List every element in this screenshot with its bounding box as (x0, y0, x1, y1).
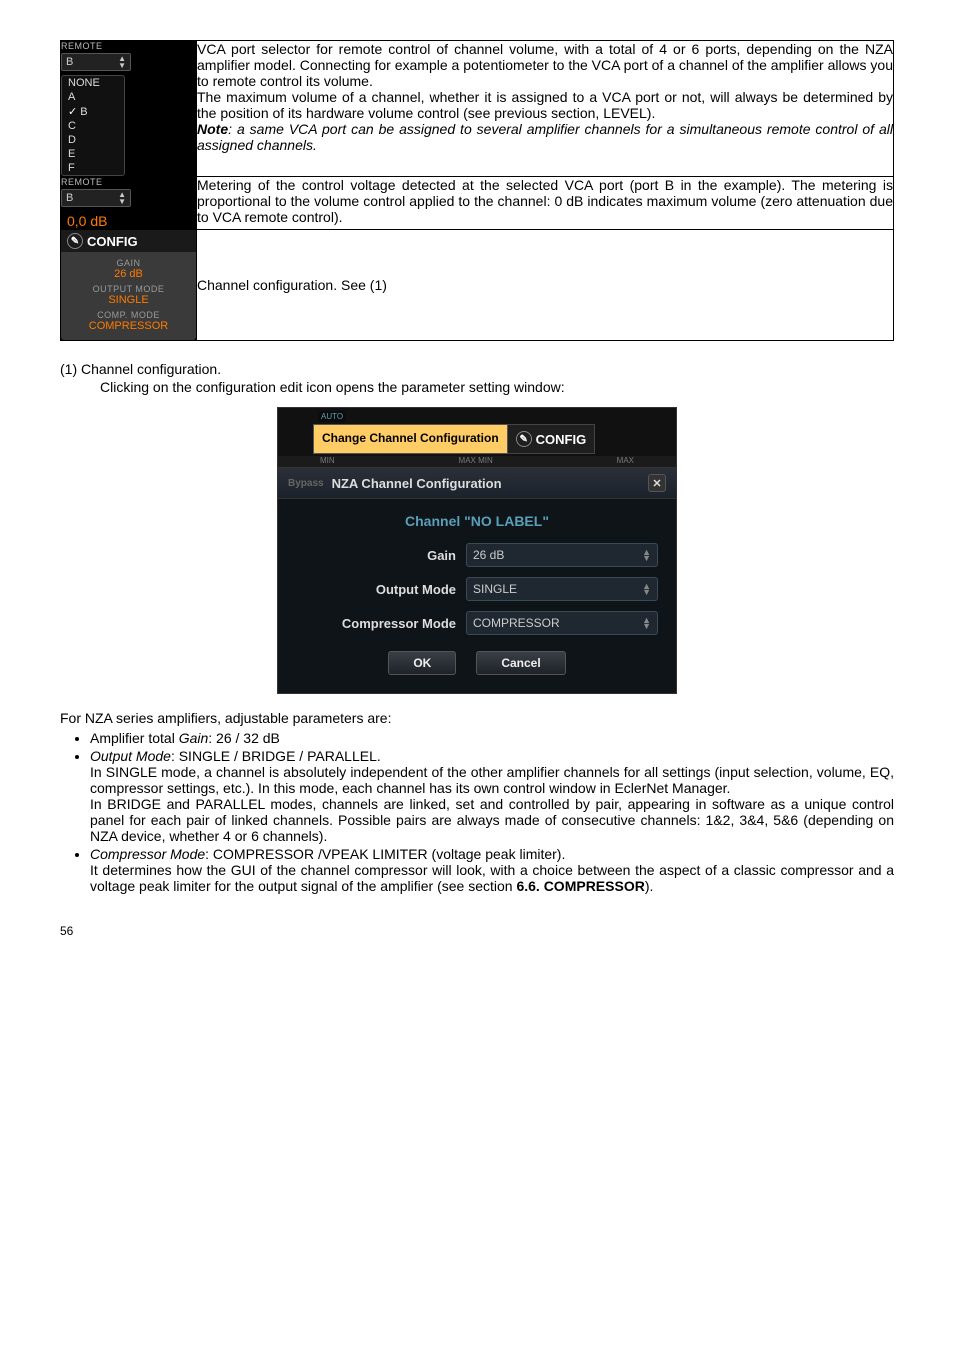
b3-post: : COMPRESSOR /VPEAK LIMITER (voltage pea… (205, 846, 565, 862)
b2-it: Output Mode (90, 748, 171, 764)
select-arrows-icon: ▲▼ (642, 583, 651, 595)
config-table: REMOTE B ▲▼ NONE A B C D E F VCA port se… (60, 40, 894, 341)
param-list: Amplifier total Gain: 26 / 32 dB Output … (90, 730, 894, 894)
gain-select-value: 26 dB (473, 548, 504, 562)
dropdown-arrows-icon: ▲▼ (118, 55, 126, 69)
list-item: Compressor Mode: COMPRESSOR /VPEAK LIMIT… (90, 846, 894, 894)
cancel-button[interactable]: Cancel (476, 651, 565, 675)
gain-value: 26 dB (67, 268, 190, 280)
scale-maxmin: MAX MIN (459, 456, 493, 465)
dropdown-arrows-icon: ▲▼ (118, 191, 126, 205)
menu-item-a[interactable]: A (62, 90, 124, 104)
comp-mode-select-value: COMPRESSOR (473, 616, 560, 630)
config-panel: ✎ CONFIG GAIN 26 dB OUTPUT MODE SINGLE C… (61, 230, 196, 340)
b2-p1: In SINGLE mode, a channel is absolutely … (90, 764, 894, 796)
row3-desc: Channel configuration. See (1) (197, 230, 894, 341)
row1-note-label: Note (197, 121, 228, 137)
menu-item-c[interactable]: C (62, 119, 124, 133)
remote-label-2: REMOTE (61, 177, 196, 187)
b1-post: : 26 / 32 dB (208, 730, 280, 746)
config-side-icon[interactable]: ✎ (516, 431, 532, 447)
gain-select[interactable]: 26 dB ▲▼ (466, 543, 658, 567)
select-arrows-icon: ▲▼ (642, 617, 651, 629)
b1-pre: Amplifier total (90, 730, 179, 746)
menu-item-d[interactable]: D (62, 133, 124, 147)
row1-desc-p2: The maximum volume of a channel, whether… (197, 89, 893, 121)
ok-button[interactable]: OK (388, 651, 456, 675)
b1-it: Gain (179, 730, 209, 746)
tooltip: Change Channel Configuration (313, 424, 508, 454)
row1-desc: VCA port selector for remote control of … (197, 41, 894, 177)
remote-dropdown-value-2: B (66, 192, 73, 204)
config-icon[interactable]: ✎ (67, 233, 83, 249)
select-arrows-icon: ▲▼ (642, 549, 651, 561)
comp-mode-label: COMP. MODE (67, 310, 190, 320)
close-icon[interactable]: ✕ (648, 474, 666, 492)
dialog-wrap: AUTO Change Channel Configuration ✎ CONF… (60, 407, 894, 694)
menu-item-b[interactable]: B (62, 104, 124, 119)
remote-dropdown-2[interactable]: B ▲▼ (61, 189, 131, 207)
config-title: CONFIG (87, 234, 138, 249)
b3-p1-post: ). (645, 878, 654, 894)
b3-p1-pre: It determines how the GUI of the channel… (90, 862, 894, 894)
scale-row: MIN MAX MIN MAX (278, 456, 676, 467)
comp-mode-value: COMPRESSOR (67, 320, 190, 332)
comp-mode-form-label: Compressor Mode (296, 616, 456, 631)
section-heading: (1) Channel configuration. (60, 361, 894, 377)
row2-desc: Metering of the control voltage detected… (197, 177, 894, 230)
config-side-label: CONFIG (536, 432, 587, 447)
row1-left: REMOTE B ▲▼ NONE A B C D E F (61, 41, 197, 177)
auto-tag: AUTO (318, 411, 346, 422)
b2-p2: In BRIDGE and PARALLEL modes, channels a… (90, 796, 894, 844)
scale-max: MAX (617, 456, 634, 465)
config-side: ✎ CONFIG (508, 424, 596, 454)
comp-mode-select[interactable]: COMPRESSOR ▲▼ (466, 611, 658, 635)
remote-dropdown[interactable]: B ▲▼ (61, 53, 131, 71)
config-header: ✎ CONFIG (61, 230, 196, 252)
dialog: AUTO Change Channel Configuration ✎ CONF… (277, 407, 677, 694)
b3-p1-bold: 6.6. COMPRESSOR (516, 878, 644, 894)
output-mode-select[interactable]: SINGLE ▲▼ (466, 577, 658, 601)
dialog-title: NZA Channel Configuration (332, 476, 502, 491)
gain-form-label: Gain (296, 548, 456, 563)
output-mode-value: SINGLE (67, 294, 190, 306)
page-number: 56 (60, 924, 894, 938)
dialog-titlebar: Bypass NZA Channel Configuration ✕ (277, 467, 677, 498)
output-mode-select-value: SINGLE (473, 582, 517, 596)
b3-it: Compressor Mode (90, 846, 205, 862)
row1-note-text: : a same VCA port can be assigned to sev… (197, 121, 893, 153)
menu-item-e[interactable]: E (62, 147, 124, 161)
row2-left: REMOTE B ▲▼ 0,0 dB (61, 177, 197, 230)
channel-header: Channel "NO LABEL" (296, 513, 658, 529)
remote-dropdown-value: B (66, 56, 73, 68)
output-mode-label: OUTPUT MODE (67, 284, 190, 294)
section-intro: Clicking on the configuration edit icon … (100, 379, 894, 395)
row3-left: ✎ CONFIG GAIN 26 dB OUTPUT MODE SINGLE C… (61, 230, 197, 341)
after-intro: For NZA series amplifiers, adjustable pa… (60, 710, 894, 726)
scale-min: MIN (320, 456, 335, 465)
list-item: Output Mode: SINGLE / BRIDGE / PARALLEL.… (90, 748, 894, 844)
list-item: Amplifier total Gain: 26 / 32 dB (90, 730, 894, 746)
output-mode-form-label: Output Mode (296, 582, 456, 597)
row1-desc-p1: VCA port selector for remote control of … (197, 41, 893, 89)
menu-item-none[interactable]: NONE (62, 76, 124, 90)
menu-item-f[interactable]: F (62, 161, 124, 175)
gain-label: GAIN (67, 258, 190, 268)
b2-post: : SINGLE / BRIDGE / PARALLEL. (171, 748, 381, 764)
remote-menu[interactable]: NONE A B C D E F (61, 75, 125, 176)
remote-label: REMOTE (61, 41, 196, 51)
dialog-body: Channel "NO LABEL" Gain 26 dB ▲▼ Output … (277, 498, 677, 694)
db-value: 0,0 dB (61, 211, 196, 229)
bypass-tag: Bypass (288, 478, 324, 489)
